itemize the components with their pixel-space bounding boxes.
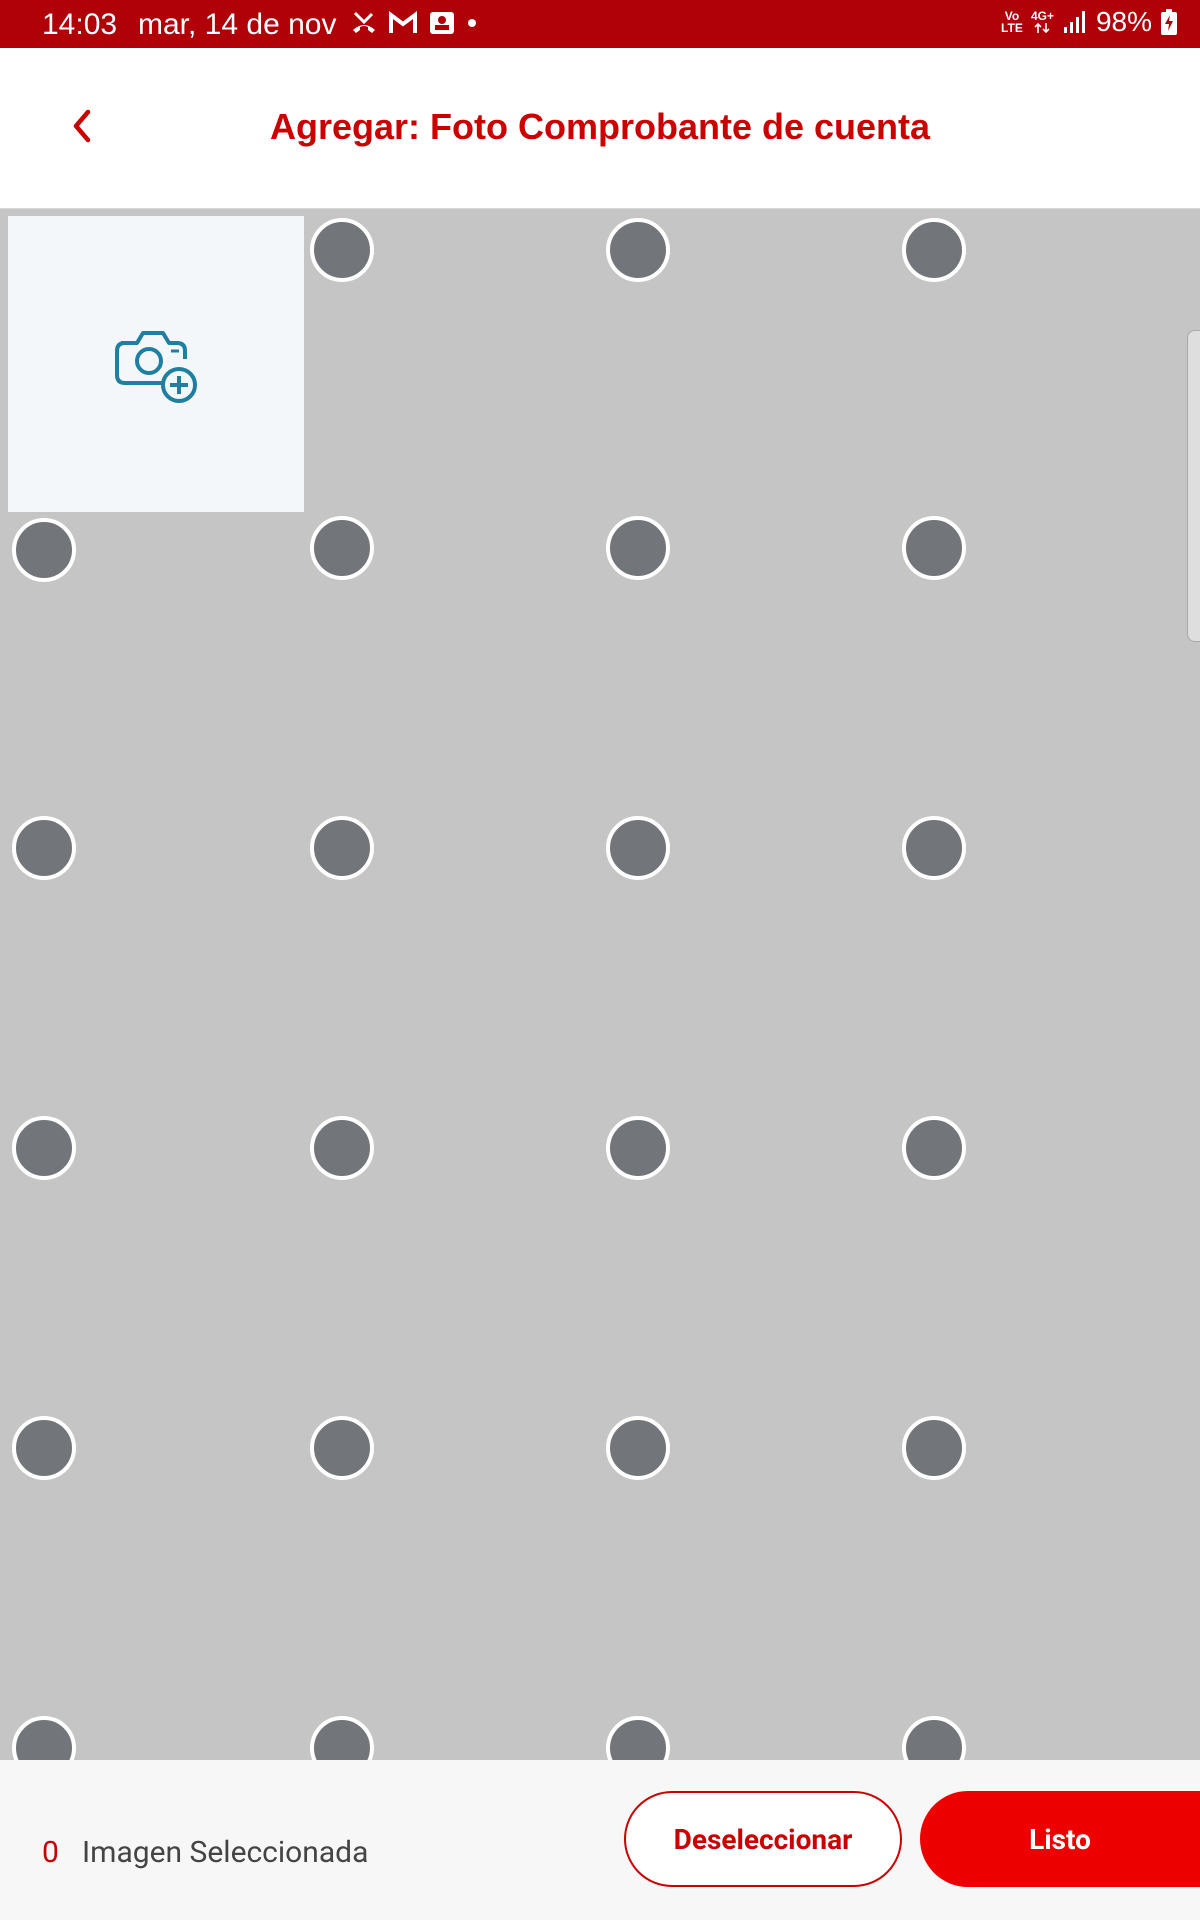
status-right: Vo LTE 4G+ 98%: [1001, 6, 1178, 38]
signal-icon: [1063, 11, 1085, 33]
battery-charging-icon: [1161, 9, 1177, 35]
photo-select-radio[interactable]: [12, 1116, 76, 1180]
photo-select-radio[interactable]: [12, 1416, 76, 1480]
photo-select-radio[interactable]: [606, 516, 670, 580]
photo-select-radio[interactable]: [902, 1116, 966, 1180]
done-button[interactable]: Listo: [920, 1791, 1200, 1887]
selected-count-label: Imagen Seleccionada: [82, 1835, 369, 1870]
photo-select-radio[interactable]: [606, 1716, 670, 1760]
image-icon: [430, 12, 454, 34]
network-indicator: 4G+: [1031, 10, 1054, 34]
photo-select-radio[interactable]: [902, 516, 966, 580]
photo-select-radio[interactable]: [310, 516, 374, 580]
photo-select-radio[interactable]: [310, 816, 374, 880]
photo-grid[interactable]: [0, 210, 1200, 1760]
photo-select-radio[interactable]: [12, 1716, 76, 1760]
status-bar: 14:03 mar, 14 de nov Vo LTE 4G+ 98%: [0, 0, 1200, 48]
photo-select-radio[interactable]: [902, 816, 966, 880]
photo-select-radio[interactable]: [902, 1716, 966, 1760]
add-photo-tile[interactable]: [8, 216, 304, 512]
photo-select-radio[interactable]: [310, 1716, 374, 1760]
battery-percent: 98%: [1095, 6, 1152, 37]
photo-select-radio[interactable]: [310, 218, 374, 282]
photo-select-radio[interactable]: [12, 518, 76, 582]
dot-icon: [468, 19, 476, 27]
status-date: mar, 14 de nov: [138, 8, 337, 41]
photo-select-radio[interactable]: [12, 816, 76, 880]
photo-select-radio[interactable]: [310, 1416, 374, 1480]
photo-select-radio[interactable]: [606, 1416, 670, 1480]
status-time: 14:03: [42, 8, 118, 41]
missed-call-icon: [353, 11, 375, 33]
camera-plus-icon: [115, 331, 197, 403]
scrollbar-handle[interactable]: [1187, 330, 1200, 642]
gmail-icon: [389, 11, 417, 33]
notification-icons: [350, 10, 478, 36]
data-arrows-icon: [1034, 22, 1051, 34]
volte-indicator: Vo LTE: [1001, 9, 1023, 35]
photo-select-radio[interactable]: [606, 1116, 670, 1180]
photo-select-radio[interactable]: [606, 816, 670, 880]
selected-count: 0: [42, 1835, 59, 1870]
photo-select-radio[interactable]: [902, 218, 966, 282]
network-type: 4G+: [1030, 9, 1054, 23]
app-header: Agregar: Foto Comprobante de cuenta: [0, 48, 1200, 209]
photo-select-radio[interactable]: [902, 1416, 966, 1480]
photo-select-radio[interactable]: [310, 1116, 374, 1180]
page-title: Agregar: Foto Comprobante de cuenta: [269, 106, 931, 147]
photo-select-radio[interactable]: [606, 218, 670, 282]
deselect-button[interactable]: Deseleccionar: [624, 1791, 902, 1887]
